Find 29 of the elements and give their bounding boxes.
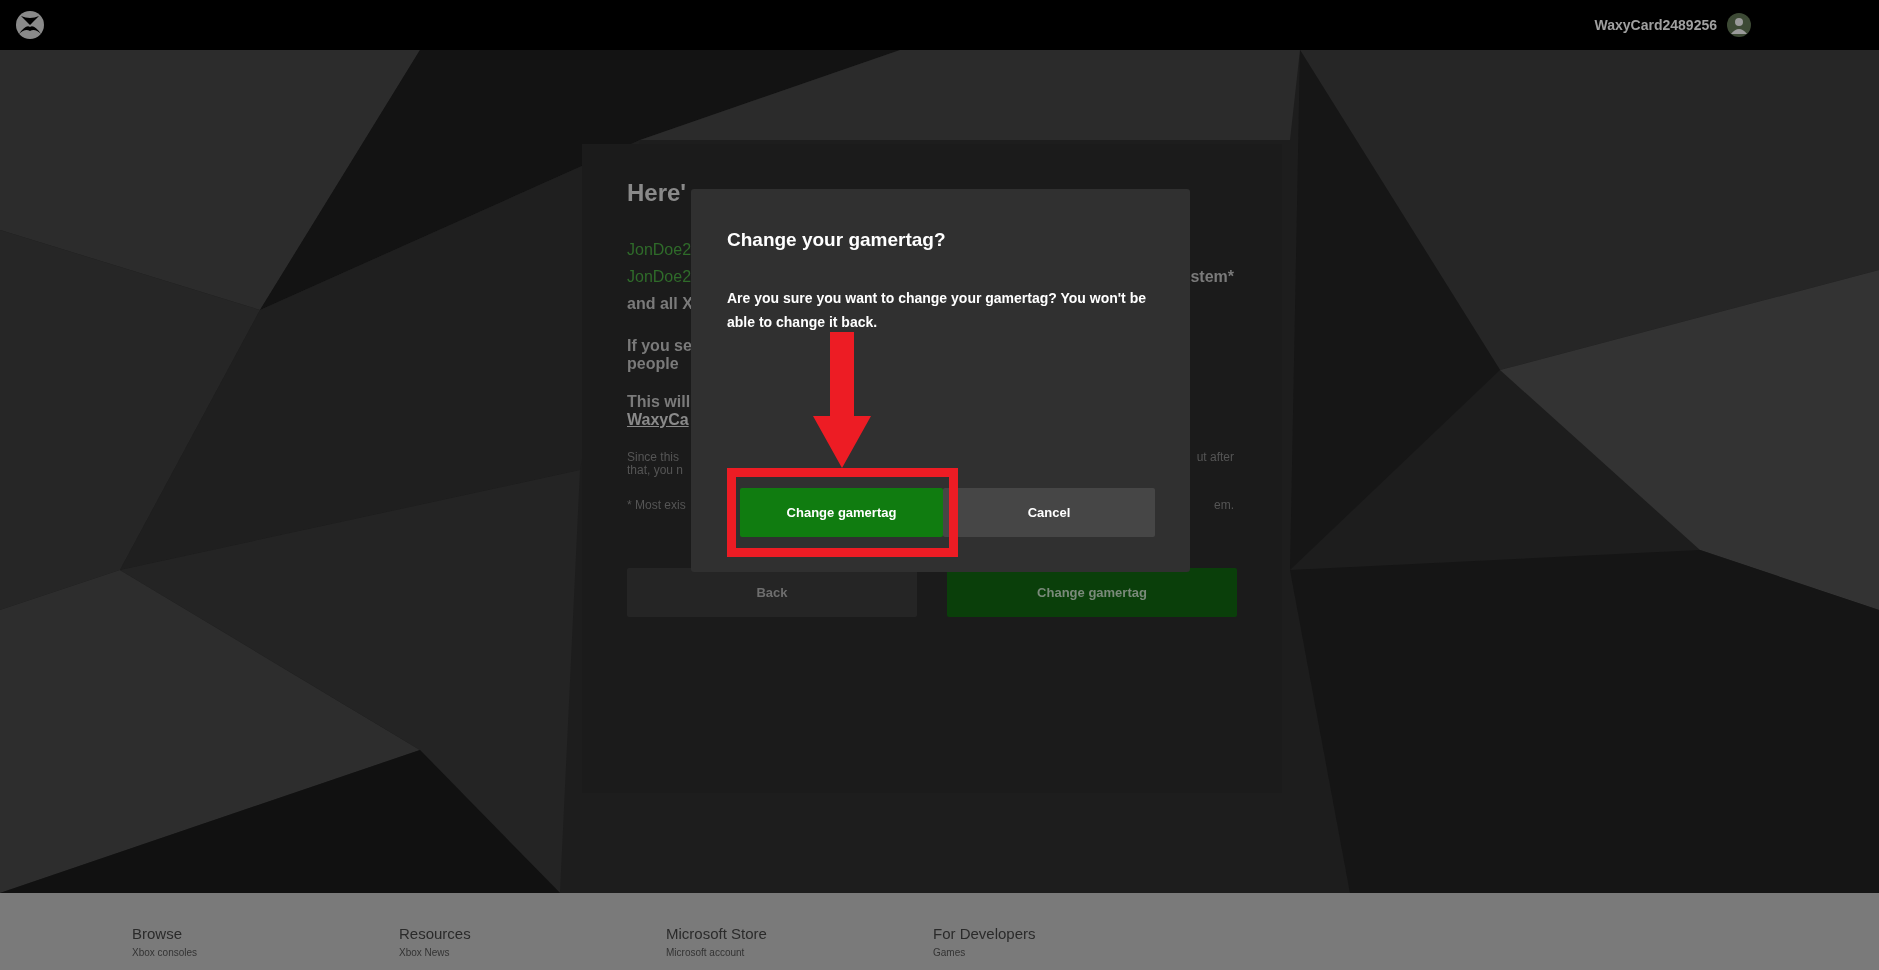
- footer-heading: Resources: [399, 925, 472, 943]
- confirm-button[interactable]: Change gamertag: [740, 488, 943, 537]
- card-text: JonDoe2: [627, 240, 692, 260]
- username[interactable]: WaxyCard2489256: [1594, 14, 1717, 36]
- logo[interactable]: [15, 10, 45, 40]
- back-button[interactable]: Back: [627, 568, 917, 617]
- dialog-title: Change your gamertag?: [727, 228, 947, 252]
- footer-link[interactable]: Xbox News: [399, 947, 666, 959]
- arrow-icon: [812, 332, 872, 468]
- dialog-message: Are you sure you want to change your gamertag? You won't be able to change it back.: [727, 289, 1147, 332]
- footer-heading: For Developers: [933, 925, 1037, 943]
- card-text: em.: [1214, 499, 1234, 512]
- gamertag-link[interactable]: WaxyCa: [627, 411, 689, 429]
- footer-link[interactable]: Microsoft account: [666, 947, 933, 959]
- footer-heading: Microsoft Store: [666, 925, 768, 943]
- footer-link[interactable]: Xbox consoles: [132, 947, 399, 959]
- footer-link[interactable]: Games: [933, 947, 1200, 959]
- avatar[interactable]: [1727, 13, 1751, 37]
- cancel-button[interactable]: Cancel: [943, 488, 1155, 537]
- card-title: Here': [627, 178, 687, 208]
- card-text: stem*: [1190, 267, 1234, 287]
- card-text: people: [627, 355, 679, 373]
- footer-heading: Browse: [132, 925, 184, 943]
- card-text: This will: [627, 393, 691, 411]
- card-text: If you se: [627, 337, 692, 355]
- card-text: JonDoe2: [627, 267, 692, 287]
- card-text: that, you n: [627, 464, 684, 477]
- change-gamertag-button[interactable]: Change gamertag: [947, 568, 1237, 617]
- card-text: * Most exis: [627, 499, 686, 512]
